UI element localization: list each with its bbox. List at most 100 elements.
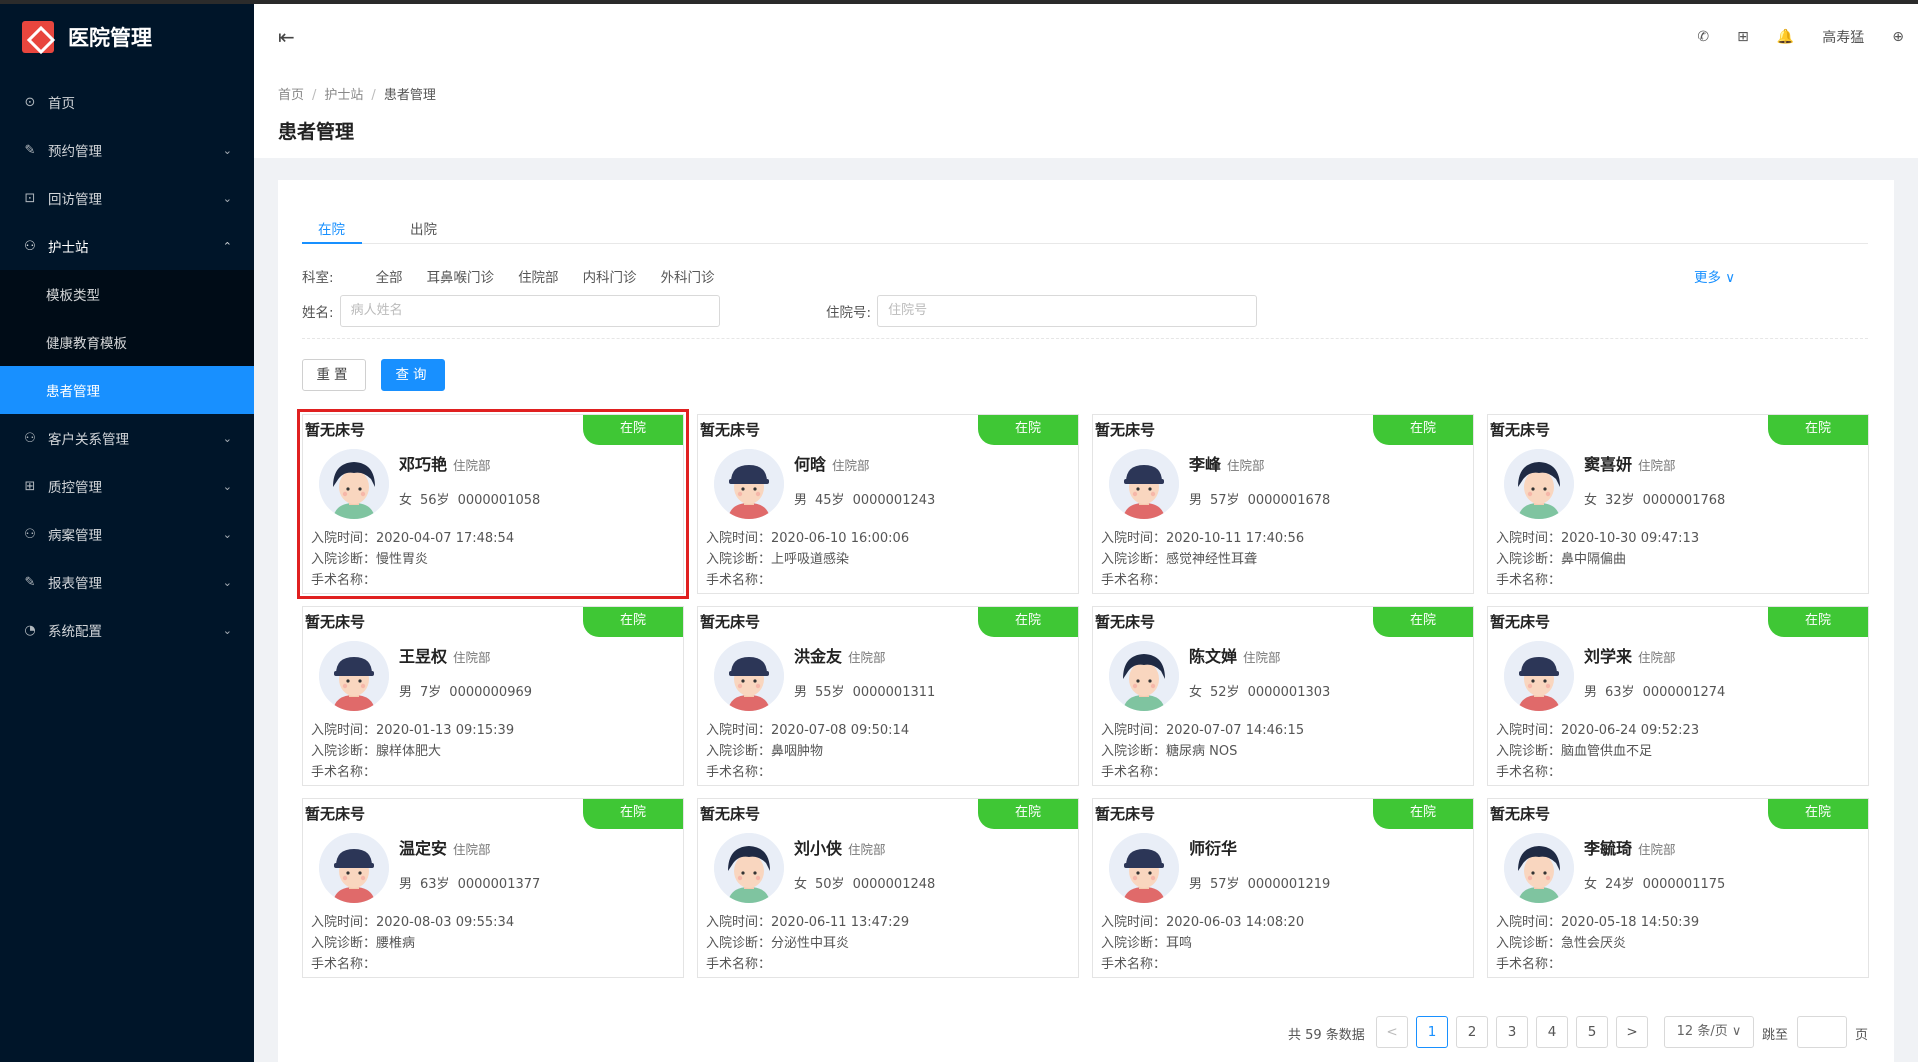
header-actions: ✆ ⊞ 🔔 高寿猛 ⊕ xyxy=(1697,27,1918,47)
sidebar-item-crm[interactable]: ⚇ 客户关系管理 ⌄ xyxy=(0,414,254,462)
avatar xyxy=(319,833,389,903)
surgery-row: 手术名称： xyxy=(1101,761,1166,780)
sidebar-item-followup[interactable]: ⊡ 回访管理 ⌄ xyxy=(0,174,254,222)
page-title: 患者管理 xyxy=(278,121,355,143)
bed-number: 暂无床号 xyxy=(700,421,761,439)
patient-card[interactable]: 暂无床号 在院 何晗 住院部 男 45岁 0000001243 入院时间：2020-0… xyxy=(697,414,1079,594)
phone-icon[interactable]: ✆ xyxy=(1697,29,1709,45)
admit-diagnosis-row: 入院诊断：腺样体肥大 xyxy=(311,740,441,759)
patient-card[interactable]: 暂无床号 在院 王昱权 住院部 男 7岁 0000000969 入院时间：2020-0… xyxy=(302,606,684,786)
patient-info: 女 56岁 0000001058 xyxy=(399,489,548,508)
patient-card[interactable]: 暂无床号 在院 师衍华 男 57岁 0000001219 入院时间：2020-06-… xyxy=(1092,798,1474,978)
chevron-down-icon: ⌄ xyxy=(222,191,232,205)
chevron-up-icon: ⌃ xyxy=(222,239,232,253)
dept-option-internal[interactable]: 内科门诊 xyxy=(583,266,637,286)
dept-option-surgery[interactable]: 外科门诊 xyxy=(661,266,715,286)
avatar xyxy=(1109,449,1179,519)
patient-card[interactable]: 暂无床号 在院 邓巧艳 住院部 女 56岁 0000001058 入院时间：2020-… xyxy=(297,409,689,599)
jump-page-input[interactable] xyxy=(1797,1016,1847,1048)
sidebar-item-medical-records[interactable]: ⚇ 病案管理 ⌄ xyxy=(0,510,254,558)
sidebar-item-reports[interactable]: ✎ 报表管理 ⌄ xyxy=(0,558,254,606)
admit-diagnosis-value: 腰椎病 xyxy=(376,936,416,951)
patient-card[interactable]: 暂无床号 在院 窦喜妍 住院部 女 32岁 0000001768 入院时间：2020-… xyxy=(1487,414,1869,594)
patient-age: 7岁 xyxy=(420,685,442,700)
nurse-station-submenu: 模板类型 健康教育模板 患者管理 xyxy=(0,270,254,414)
patient-card[interactable]: 暂无床号 在院 李毓琦 住院部 女 24岁 0000001175 入院时间：2020-… xyxy=(1487,798,1869,978)
admit-time-value: 2020-10-30 09:47:13 xyxy=(1561,531,1700,546)
patient-id: 0000001768 xyxy=(1642,493,1726,508)
pagination-page-1[interactable]: 1 xyxy=(1416,1016,1448,1048)
breadcrumb-nurse-station[interactable]: 护士站 xyxy=(324,88,363,103)
apps-icon[interactable]: ⊞ xyxy=(1737,29,1749,45)
tab-discharged[interactable]: 出院 xyxy=(410,218,437,238)
admit-diagnosis-label: 入院诊断： xyxy=(1496,552,1562,567)
name-filter: 姓名: 病人姓名 xyxy=(302,295,720,327)
menu-fold-icon[interactable]: ⇤ xyxy=(278,25,295,49)
admit-diagnosis-value: 鼻中隔偏曲 xyxy=(1561,552,1627,567)
breadcrumb-home[interactable]: 首页 xyxy=(278,88,304,103)
patient-card[interactable]: 暂无床号 在院 刘学来 住院部 男 63岁 0000001274 入院时间：2020-… xyxy=(1487,606,1869,786)
admit-diagnosis-row: 入院诊断：急性会厌炎 xyxy=(1496,932,1626,951)
patient-card[interactable]: 暂无床号 在院 李峰 住院部 男 57岁 0000001678 入院时间：2020-1… xyxy=(1092,414,1474,594)
globe-icon[interactable]: ⊕ xyxy=(1892,29,1904,45)
sidebar-item-nurse-station[interactable]: ⚇ 护士站 ⌃ xyxy=(0,222,254,270)
reset-button[interactable]: 重置 xyxy=(302,359,366,391)
page-size-select[interactable]: 12 条/页 ∨ xyxy=(1664,1016,1754,1048)
sidebar-item-label: 护士站 xyxy=(48,240,89,256)
bell-icon[interactable]: 🔔 xyxy=(1777,29,1794,45)
sidebar-item-health-education[interactable]: 健康教育模板 xyxy=(0,318,254,366)
sidebar-item-label: 病案管理 xyxy=(48,528,102,544)
pagination-page-2[interactable]: 2 xyxy=(1456,1016,1488,1048)
name-input[interactable]: 病人姓名 xyxy=(339,295,720,327)
sidebar-item-template-types[interactable]: 模板类型 xyxy=(0,270,254,318)
admit-diagnosis-row: 入院诊断：鼻中隔偏曲 xyxy=(1496,548,1626,567)
dept-option-all[interactable]: 全部 xyxy=(376,266,403,286)
sidebar-item-quality-control[interactable]: ⊞ 质控管理 ⌄ xyxy=(0,462,254,510)
admit-time-label: 入院时间： xyxy=(311,531,377,546)
sidebar-item-patient-management[interactable]: 患者管理 xyxy=(0,366,254,414)
patient-age: 57岁 xyxy=(1210,493,1240,508)
dept-option-inpatient[interactable]: 住院部 xyxy=(518,266,559,286)
patient-dept: 住院部 xyxy=(453,458,491,473)
avatar xyxy=(714,449,784,519)
admit-diagnosis-value: 脑血管供血不足 xyxy=(1561,744,1653,759)
sidebar-item-system-config[interactable]: ◔ 系统配置 ⌄ xyxy=(0,606,254,654)
patient-age: 52岁 xyxy=(1210,685,1240,700)
admit-diagnosis-value: 急性会厌炎 xyxy=(1561,936,1627,951)
user-icon: ⚇ xyxy=(24,526,36,542)
surgery-label: 手术名称： xyxy=(706,573,772,588)
sidebar-item-home[interactable]: ⊙ 首页 xyxy=(0,78,254,126)
status-badge: 在院 xyxy=(1373,799,1473,829)
patient-card[interactable]: 暂无床号 在院 刘小侠 住院部 女 50岁 0000001248 入院时间：2020-… xyxy=(697,798,1079,978)
admit-time-label: 入院时间： xyxy=(311,723,377,738)
sidebar-item-label: 质控管理 xyxy=(48,480,102,496)
page-header: 首页 / 护士站 / 患者管理 患者管理 xyxy=(254,70,1918,158)
admit-diagnosis-row: 入院诊断：脑血管供血不足 xyxy=(1496,740,1652,759)
tab-inpatient[interactable]: 在院 xyxy=(318,218,345,238)
pagination-page-4[interactable]: 4 xyxy=(1536,1016,1568,1048)
patient-gender: 女 xyxy=(1584,877,1598,892)
patient-info: 女 52岁 0000001303 xyxy=(1189,681,1338,700)
chevron-down-icon: ⌄ xyxy=(222,143,232,157)
admit-diagnosis-value: 耳鸣 xyxy=(1166,936,1193,951)
pagination-page-3[interactable]: 3 xyxy=(1496,1016,1528,1048)
surgery-row: 手术名称： xyxy=(311,953,376,972)
surgery-row: 手术名称： xyxy=(1496,953,1561,972)
patient-card[interactable]: 暂无床号 在院 陈文婵 住院部 女 52岁 0000001303 入院时间：2020-… xyxy=(1092,606,1474,786)
patient-card[interactable]: 暂无床号 在院 洪金友 住院部 男 55岁 0000001311 入院时间：2020-… xyxy=(697,606,1079,786)
pagination-total: 共 59 条数据 xyxy=(1288,1028,1365,1043)
logo[interactable]: 医院管理 xyxy=(0,4,254,70)
patient-card[interactable]: 暂无床号 在院 温定安 住院部 男 63岁 0000001377 入院时间：2020-… xyxy=(302,798,684,978)
query-button[interactable]: 查询 xyxy=(381,359,445,391)
patient-name-row: 师衍华 xyxy=(1189,835,1243,859)
admission-input[interactable]: 住院号 xyxy=(877,295,1258,327)
pagination-prev-button[interactable]: < xyxy=(1376,1016,1408,1048)
dept-option-ent[interactable]: 耳鼻喉门诊 xyxy=(427,266,495,286)
pagination-page-5[interactable]: 5 xyxy=(1576,1016,1608,1048)
user-name[interactable]: 高寿猛 xyxy=(1822,27,1864,47)
status-badge: 在院 xyxy=(978,607,1078,637)
sidebar-item-appointments[interactable]: ✎ 预约管理 ⌄ xyxy=(0,126,254,174)
admit-diagnosis-row: 入院诊断：慢性胃炎 xyxy=(311,548,428,567)
more-filters-link[interactable]: 更多 ∨ xyxy=(1694,266,1735,286)
pagination-next-button[interactable]: > xyxy=(1616,1016,1648,1048)
